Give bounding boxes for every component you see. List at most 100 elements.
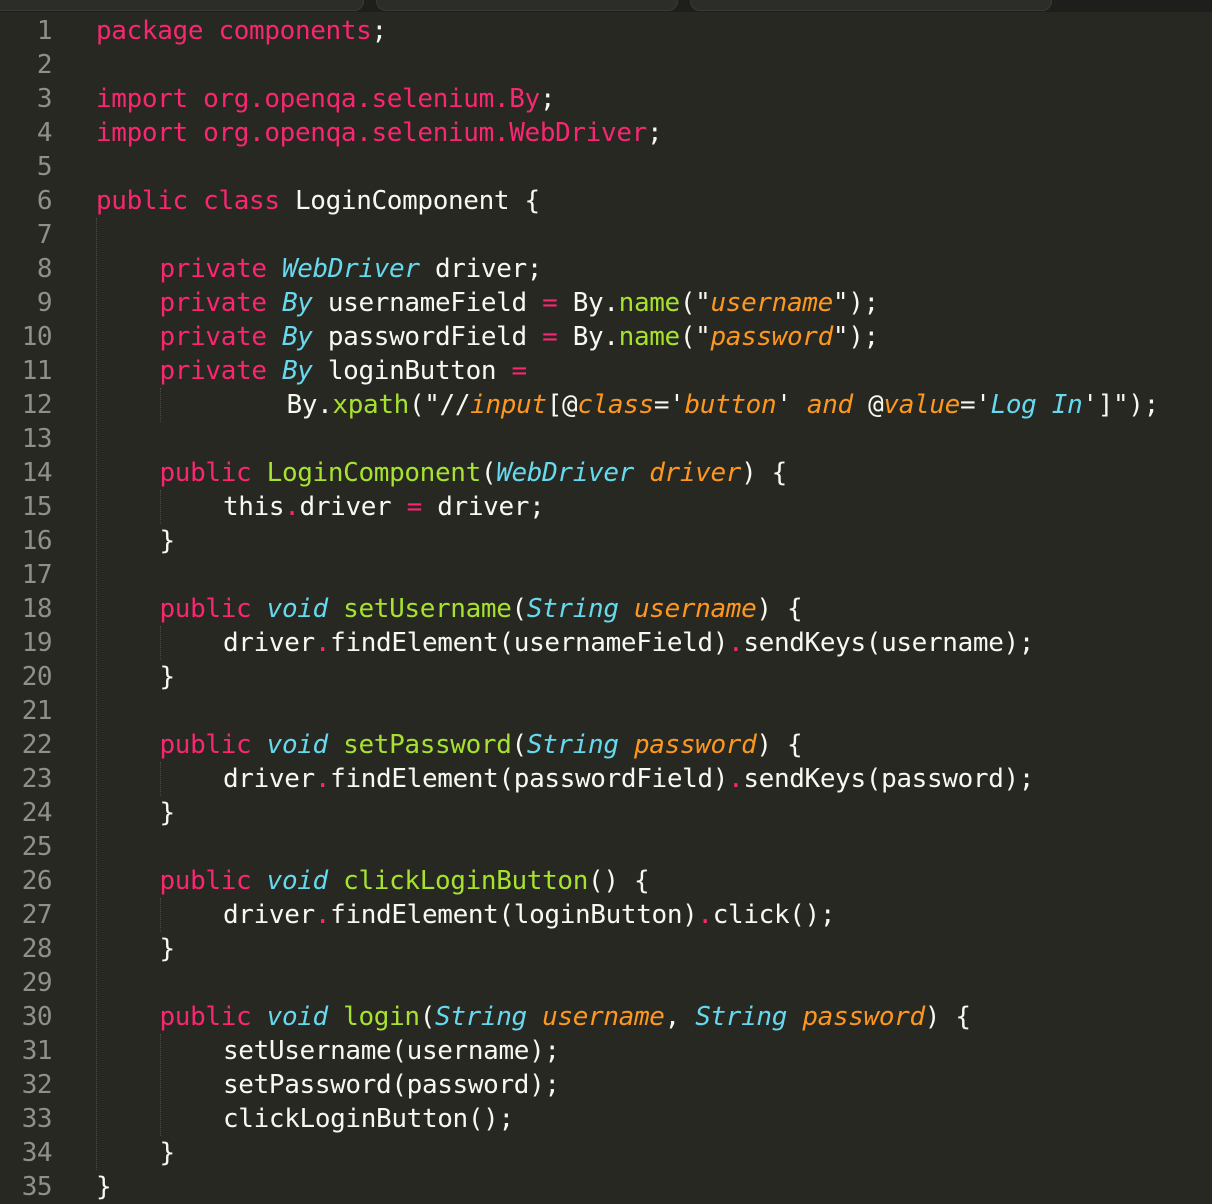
code-token: } — [159, 1138, 176, 1168]
code-line[interactable]: 4 import org.openqa.selenium.WebDriver; — [0, 116, 1212, 150]
code-text: driver.findElement(passwordField).sendKe… — [223, 762, 1034, 796]
code-token: By. — [557, 322, 619, 352]
code-token: } — [159, 526, 176, 556]
code-token: sendKeys(password); — [743, 764, 1035, 794]
code-line[interactable]: 13 — [0, 422, 1212, 456]
code-line[interactable]: 31 setUsername(username); — [0, 1034, 1212, 1068]
indent-guide — [159, 388, 161, 422]
code-line[interactable]: 20} — [0, 660, 1212, 694]
code-token: = — [511, 356, 528, 386]
line-number: 12 — [21, 390, 53, 420]
code-line[interactable]: 5 — [0, 150, 1212, 184]
code-token: private — [159, 322, 267, 352]
code-token: findElement(loginButton) — [330, 900, 698, 930]
code-line[interactable]: 2 — [0, 48, 1212, 82]
code-line[interactable]: 30 public void login(String username, Str… — [0, 1000, 1212, 1034]
line-number: 33 — [21, 1104, 53, 1134]
code-token: WebDriver — [496, 458, 634, 488]
code-line[interactable]: 12 By.xpath("//input[@class='button' and … — [0, 388, 1212, 422]
code-line[interactable]: 34} — [0, 1136, 1212, 1170]
line-number: 9 — [36, 288, 53, 318]
code-token: password — [802, 1002, 925, 1032]
code-line[interactable]: 25 — [0, 830, 1212, 864]
code-token: LoginComponent — [266, 458, 482, 488]
code-token: findElement(usernameField) — [330, 628, 729, 658]
code-token: LoginComponent { — [279, 186, 540, 216]
code-token: import — [96, 84, 188, 114]
line-number: 8 — [36, 254, 53, 284]
code-line[interactable]: 28} — [0, 932, 1212, 966]
code-line[interactable]: 17 — [0, 558, 1212, 592]
code-token: username — [633, 594, 757, 624]
editor-tab[interactable] — [0, 0, 364, 11]
code-token: void — [266, 594, 329, 624]
line-number: 2 — [36, 50, 53, 80]
code-line[interactable]: 1 package components; — [0, 14, 1212, 48]
code-line[interactable]: 18 public void setUsername(String usernam… — [0, 592, 1212, 626]
editor-tab[interactable] — [690, 0, 1052, 11]
code-text: public void setUsername(String username)… — [160, 592, 803, 626]
line-number: 6 — [36, 186, 53, 216]
code-token: () { — [588, 866, 650, 896]
code-line[interactable]: 19 driver.findElement(usernameField).send… — [0, 626, 1212, 660]
code-token: void — [266, 866, 329, 896]
code-token: = — [542, 322, 558, 352]
code-line[interactable]: 33 clickLoginButton(); — [0, 1102, 1212, 1136]
code-line[interactable]: 8 private WebDriver driver; — [0, 252, 1212, 286]
code-token: username — [542, 1002, 665, 1032]
code-line[interactable]: 7 — [0, 218, 1212, 252]
code-token: (" — [679, 288, 711, 318]
code-line[interactable]: 24} — [0, 796, 1212, 830]
code-line[interactable]: 3 import org.openqa.selenium.By; — [0, 82, 1212, 116]
code-token: input — [470, 390, 547, 420]
line-number: 35 — [21, 1172, 53, 1202]
line-number: 10 — [21, 322, 53, 352]
code-token: ) { — [756, 730, 803, 760]
code-token: String — [526, 594, 619, 624]
code-line[interactable]: 22 public void setPassword(String passwor… — [0, 728, 1212, 762]
code-text: driver.findElement(loginButton).click(); — [223, 898, 836, 932]
code-token: By — [281, 356, 313, 386]
code-line[interactable]: 35} — [0, 1170, 1212, 1204]
code-line[interactable]: 32 setPassword(password); — [0, 1068, 1212, 1102]
indent-guide — [159, 898, 161, 932]
code-token: "); — [832, 322, 879, 352]
code-editor[interactable]: 1 package components; 2 3 import org.openqa.… — [0, 0, 1212, 1204]
code-line[interactable]: 6 public class LoginComponent { — [0, 184, 1212, 218]
code-token: login — [343, 1002, 420, 1032]
code-text: } — [159, 1136, 176, 1170]
code-line[interactable]: 16} — [0, 524, 1212, 558]
indent-guide — [159, 1034, 161, 1136]
code-line[interactable]: 27 driver.findElement(loginButton).click(… — [0, 898, 1212, 932]
code-token: @ — [852, 390, 884, 420]
code-text: private WebDriver driver; — [160, 252, 543, 286]
code-line[interactable]: 29 — [0, 966, 1212, 1000]
code-line[interactable]: 14 public LoginComponent(WebDriver driver… — [0, 456, 1212, 490]
code-token: =' — [959, 390, 991, 420]
code-line[interactable]: 9 private By usernameField = By.name("use… — [0, 286, 1212, 320]
line-number: 20 — [21, 662, 53, 692]
code-line[interactable]: 10 private By passwordField = By.name("pa… — [0, 320, 1212, 354]
code-token: password — [710, 322, 833, 352]
code-line[interactable]: 23 driver.findElement(passwordField).send… — [0, 762, 1212, 796]
code-line[interactable]: 15 this.driver = driver; — [0, 490, 1212, 524]
code-text: public void login(String username, Strin… — [160, 1000, 972, 1034]
code-text: package components; — [96, 14, 387, 48]
code-line[interactable]: 21 — [0, 694, 1212, 728]
code-line[interactable]: 26 public void clickLoginButton() { — [0, 864, 1212, 898]
code-token: By. — [557, 288, 619, 318]
code-line[interactable]: 11 private By loginButton = — [0, 354, 1212, 388]
code-token: By — [281, 288, 313, 318]
editor-tab[interactable] — [376, 0, 678, 11]
code-text: import org.openqa.selenium.WebDriver; — [96, 116, 663, 150]
